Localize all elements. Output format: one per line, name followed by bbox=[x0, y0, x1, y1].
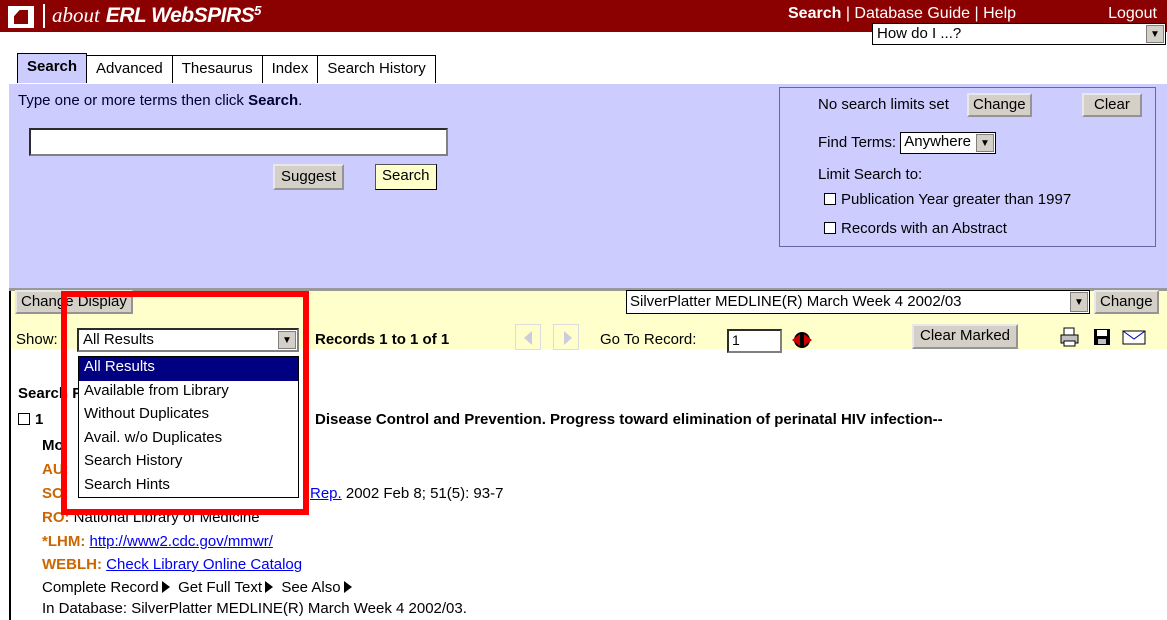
logout-link[interactable]: Logout bbox=[1108, 5, 1157, 23]
show-dropdown-list: All Results Available from Library Witho… bbox=[78, 356, 299, 498]
clear-marked-button[interactable]: Clear Marked bbox=[912, 324, 1019, 349]
chevron-down-icon[interactable]: ▼ bbox=[975, 134, 994, 152]
tab-advanced[interactable]: Advanced bbox=[87, 55, 173, 83]
find-terms-value: Anywhere bbox=[904, 133, 971, 150]
limit-search-label: Limit Search to: bbox=[818, 166, 923, 183]
tab-search-history[interactable]: Search History bbox=[318, 55, 436, 83]
record-first-line: 1 bbox=[18, 411, 43, 428]
limits-status: No search limits set bbox=[818, 96, 949, 113]
records-count: Records 1 to 1 of 1 bbox=[315, 331, 450, 348]
dropdown-option-all-results[interactable]: All Results bbox=[79, 357, 298, 381]
complete-record-link[interactable]: Complete Record bbox=[42, 579, 159, 596]
change-display-button[interactable]: Change Display bbox=[15, 290, 133, 314]
lhm-tag: *LHM: bbox=[42, 533, 86, 550]
goto-record-label: Go To Record: bbox=[600, 331, 697, 348]
how-do-i-select[interactable]: How do I ...? ▼ bbox=[872, 23, 1166, 45]
search-limits-box: No search limits set Change Clear Find T… bbox=[779, 87, 1156, 247]
save-icon[interactable] bbox=[1091, 326, 1113, 348]
lhm-link[interactable]: http://www2.cdc.gov/mmwr/ bbox=[90, 533, 273, 550]
find-terms-label: Find Terms: bbox=[818, 133, 897, 151]
source-text: 2002 Feb 8; 51(5): 93-7 bbox=[341, 485, 504, 502]
show-select[interactable]: All Results ▼ bbox=[77, 328, 299, 352]
print-icon[interactable] bbox=[1059, 326, 1081, 348]
top-nav: Search | Database Guide | Help bbox=[788, 5, 1016, 23]
source-tag: SO: bbox=[42, 485, 69, 502]
limits-clear-button[interactable]: Clear bbox=[1082, 93, 1142, 117]
record-mark-checkbox[interactable] bbox=[18, 413, 30, 426]
database-change-button[interactable]: Change bbox=[1094, 290, 1159, 314]
abstract-checkbox[interactable] bbox=[824, 222, 836, 235]
dropdown-option-search-history[interactable]: Search History bbox=[79, 451, 298, 475]
see-also-link[interactable]: See Also bbox=[281, 579, 340, 596]
previous-page-icon[interactable] bbox=[515, 324, 541, 350]
find-terms-select[interactable]: Anywhere ▼ bbox=[900, 132, 996, 154]
database-select[interactable]: SilverPlatter MEDLINE(R) March Week 4 20… bbox=[626, 290, 1090, 314]
goto-record-input[interactable]: 1 bbox=[727, 329, 782, 353]
chevron-down-icon[interactable]: ▼ bbox=[278, 331, 296, 349]
ro-text: National Library of Medicine bbox=[73, 509, 260, 526]
record-actions: Complete Record Get Full Text See Also bbox=[42, 579, 352, 596]
nav-separator: | bbox=[970, 5, 984, 22]
search-hint-bold: Search bbox=[248, 92, 299, 109]
abstract-option-label: Records with an Abstract bbox=[841, 220, 1007, 237]
brand-logo[interactable]: about ERL WebSPIRS5 bbox=[52, 3, 261, 28]
source-link[interactable]: Rep. bbox=[310, 485, 342, 502]
email-icon[interactable] bbox=[1119, 326, 1149, 348]
year-checkbox[interactable] bbox=[824, 193, 836, 206]
search-hint: Type one or more terms then click Search… bbox=[18, 92, 302, 109]
nav-database-guide-link[interactable]: Database Guide bbox=[854, 5, 970, 22]
arrow-right-icon[interactable] bbox=[264, 581, 273, 594]
brand-about-link[interactable]: about bbox=[52, 3, 100, 27]
dropdown-option-without-duplicates[interactable]: Without Duplicates bbox=[79, 404, 298, 428]
search-button[interactable]: Search bbox=[375, 164, 437, 190]
dropdown-option-search-hints[interactable]: Search Hints bbox=[79, 475, 298, 499]
tab-strip: Search Advanced Thesaurus Index Search H… bbox=[17, 53, 436, 83]
tab-index[interactable]: Index bbox=[262, 55, 319, 83]
weblh-link[interactable]: Check Library Online Catalog bbox=[106, 556, 302, 573]
nav-search-link[interactable]: Search bbox=[788, 5, 841, 22]
weblh-tag: WEBLH: bbox=[42, 556, 102, 573]
show-value: All Results bbox=[83, 331, 154, 348]
tab-search[interactable]: Search bbox=[17, 53, 88, 83]
arrow-right-icon[interactable] bbox=[343, 581, 352, 594]
record-title: Disease Control and Prevention. Progress… bbox=[315, 411, 943, 428]
logo-divider bbox=[43, 4, 45, 28]
show-label: Show: bbox=[16, 331, 58, 348]
search-input[interactable] bbox=[29, 128, 448, 156]
nav-separator: | bbox=[841, 5, 855, 22]
get-full-text-link[interactable]: Get Full Text bbox=[178, 579, 262, 596]
next-page-icon[interactable] bbox=[553, 324, 579, 350]
record-number: 1 bbox=[35, 411, 44, 428]
brand-version: 5 bbox=[254, 3, 262, 18]
database-value: SilverPlatter MEDLINE(R) March Week 4 20… bbox=[630, 293, 962, 310]
nav-help-link[interactable]: Help bbox=[983, 5, 1016, 22]
dropdown-option-avail-wo-duplicates[interactable]: Avail. w/o Duplicates bbox=[79, 428, 298, 452]
ro-tag: RO: bbox=[42, 509, 70, 526]
in-database-text: In Database: SilverPlatter MEDLINE(R) Ma… bbox=[42, 600, 467, 617]
how-do-i-value: How do I ...? bbox=[877, 25, 962, 42]
search-hint-text: Type one or more terms then click bbox=[18, 92, 249, 109]
dropdown-option-available-from-library[interactable]: Available from Library bbox=[79, 381, 298, 405]
suggest-button[interactable]: Suggest bbox=[273, 164, 345, 190]
tab-thesaurus[interactable]: Thesaurus bbox=[172, 55, 263, 83]
go-arrow-icon[interactable] bbox=[789, 331, 815, 349]
brand-name: ERL WebSPIRS bbox=[105, 4, 255, 27]
chevron-down-icon[interactable]: ▼ bbox=[1146, 25, 1164, 43]
limits-change-button[interactable]: Change bbox=[967, 93, 1032, 117]
arrow-right-icon[interactable] bbox=[161, 581, 170, 594]
logo-icon bbox=[8, 6, 34, 28]
record-title-line2: Mo bbox=[42, 437, 64, 454]
author-tag: AU: bbox=[42, 461, 69, 478]
year-option-label: Publication Year greater than 1997 bbox=[841, 191, 1072, 208]
search-hint-end: . bbox=[298, 92, 303, 109]
chevron-down-icon[interactable]: ▼ bbox=[1070, 292, 1088, 312]
left-rule bbox=[9, 291, 11, 620]
